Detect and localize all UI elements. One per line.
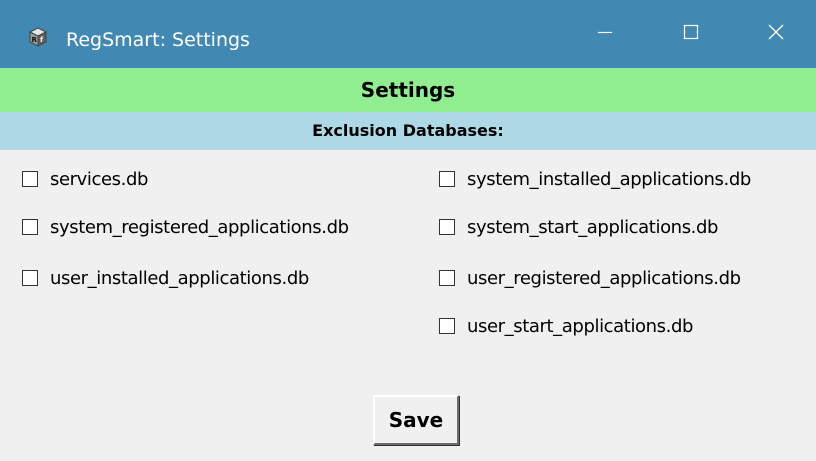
checkbox-box[interactable] (22, 171, 38, 187)
save-button[interactable]: Save (373, 395, 459, 445)
checkbox-box[interactable] (439, 270, 455, 286)
checkbox-label: services.db (50, 168, 149, 190)
checkbox-label: user_registered_applications.db (467, 267, 741, 289)
svg-text:R: R (32, 36, 38, 44)
checkbox-system-start-applications-db[interactable]: system_start_applications.db (439, 213, 718, 241)
checkbox-label: system_start_applications.db (467, 216, 719, 238)
maximize-icon (683, 24, 699, 44)
checkbox-system-registered-applications-db[interactable]: system_registered_applications.db (22, 213, 349, 241)
checkbox-label: user_start_applications.db (467, 315, 694, 337)
window-title: RegSmart: Settings (66, 29, 250, 51)
regsmart-app-icon: R f (27, 26, 49, 48)
checkbox-box[interactable] (439, 318, 455, 334)
checkbox-box[interactable] (22, 219, 38, 235)
exclusion-databases-heading: Exclusion Databases: (0, 112, 816, 150)
checkbox-label: system_installed_applications.db (467, 168, 751, 190)
checkbox-label: user_installed_applications.db (50, 267, 309, 289)
checkbox-user-start-applications-db[interactable]: user_start_applications.db (439, 312, 693, 340)
minimize-button[interactable] (570, 0, 640, 68)
close-icon (767, 23, 785, 45)
checkbox-label: system_registered_applications.db (50, 216, 349, 238)
checkbox-services-db[interactable]: services.db (22, 165, 148, 193)
close-button[interactable] (741, 0, 811, 68)
minimize-icon (597, 24, 613, 44)
checkbox-box[interactable] (22, 270, 38, 286)
checkbox-system-installed-applications-db[interactable]: system_installed_applications.db (439, 165, 751, 193)
checkbox-box[interactable] (439, 219, 455, 235)
title-bar[interactable]: R f RegSmart: Settings (0, 0, 816, 68)
settings-header: Settings (0, 68, 816, 112)
maximize-button[interactable] (656, 0, 726, 68)
checkbox-box[interactable] (439, 171, 455, 187)
checkbox-user-installed-applications-db[interactable]: user_installed_applications.db (22, 264, 309, 292)
checkbox-user-registered-applications-db[interactable]: user_registered_applications.db (439, 264, 741, 292)
